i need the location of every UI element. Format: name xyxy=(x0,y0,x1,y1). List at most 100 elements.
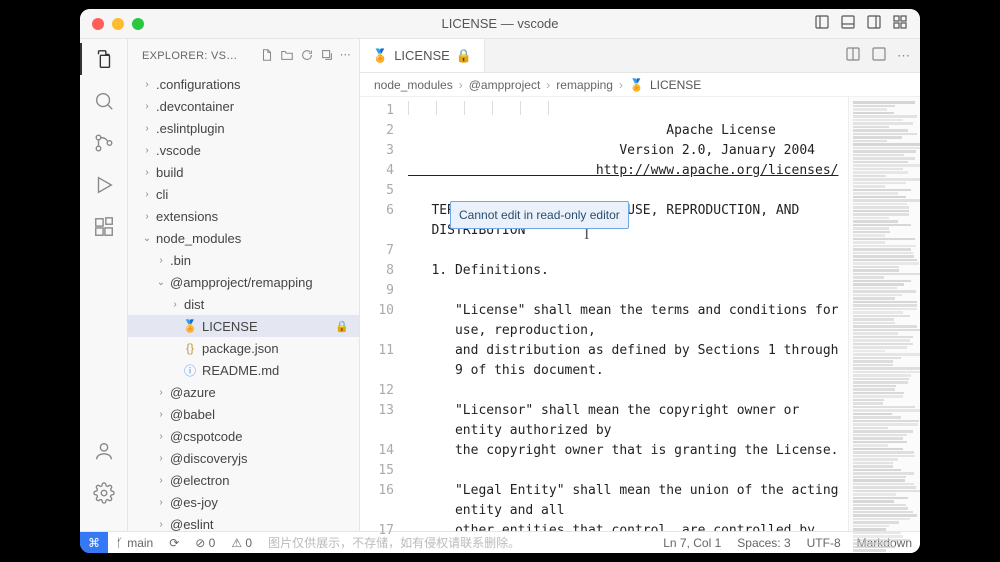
accounts-icon[interactable] xyxy=(92,439,116,463)
editor-group: 🏅 LICENSE 🔒 ⋯ node_modules› @ampproject›… xyxy=(360,39,920,531)
node-label: .configurations xyxy=(156,77,241,92)
folder-node[interactable]: ›@electron xyxy=(128,469,359,491)
toggle-panel-icon[interactable] xyxy=(840,14,856,33)
code-line: 1. Definitions. xyxy=(408,261,848,281)
traffic-lights xyxy=(92,18,144,30)
license-icon: 🏅 xyxy=(629,78,644,92)
minimize-icon[interactable] xyxy=(112,18,124,30)
file-node[interactable]: ⓘREADME.md xyxy=(128,359,359,381)
explorer-header-label: EXPLORER: VS… xyxy=(142,50,260,62)
node-label: .bin xyxy=(170,253,191,268)
folder-node[interactable]: ›.devcontainer xyxy=(128,95,359,117)
code-content[interactable]: Cannot edit in read-only editor I Apache… xyxy=(404,97,848,531)
zoom-icon[interactable] xyxy=(132,18,144,30)
folder-node[interactable]: ›build xyxy=(128,161,359,183)
folder-node[interactable]: ⌄node_modules xyxy=(128,227,359,249)
explorer-header: EXPLORER: VS… ⋯ xyxy=(128,39,359,73)
run-debug-icon[interactable] xyxy=(92,173,116,197)
titlebar-actions xyxy=(814,14,908,33)
folder-node[interactable]: ›extensions xyxy=(128,205,359,227)
chevron-right-icon: › xyxy=(154,255,168,266)
node-label: README.md xyxy=(202,363,279,378)
chevron-down-icon: ⌄ xyxy=(140,233,154,244)
activity-bar xyxy=(80,39,128,531)
folder-node[interactable]: ›.eslintplugin xyxy=(128,117,359,139)
folder-node[interactable]: ›@eslint xyxy=(128,513,359,531)
chevron-right-icon: › xyxy=(154,497,168,508)
folder-node[interactable]: ›@cspotcode xyxy=(128,425,359,447)
git-branch[interactable]: ᚶ main xyxy=(108,536,161,550)
close-icon[interactable] xyxy=(92,18,104,30)
code-line: "Licensor" shall mean the copyright owne… xyxy=(408,401,848,421)
status-bar: ⌘ ᚶ main ⟳ ⊘ 0 ⚠ 0 图片仅供展示，不存储，如有侵权请联系删除。… xyxy=(80,531,920,553)
crumb[interactable]: remapping xyxy=(556,78,613,92)
customize-layout-icon[interactable] xyxy=(892,14,908,33)
indent-guides xyxy=(408,101,576,121)
text-editor[interactable]: 12345678910111213141516171819 Cannot edi… xyxy=(360,97,920,531)
indentation[interactable]: Spaces: 3 xyxy=(729,536,798,550)
toggle-secondary-side-bar-icon[interactable] xyxy=(866,14,882,33)
remote-indicator-icon[interactable]: ⌘ xyxy=(80,532,108,553)
code-line: the copyright owner that is granting the… xyxy=(408,441,848,461)
vscode-window: LICENSE — vscode EXPLORER: VS… xyxy=(80,9,920,553)
file-node[interactable]: 🏅LICENSE🔒 xyxy=(128,315,359,337)
search-icon[interactable] xyxy=(92,89,116,113)
lock-icon: 🔒 xyxy=(456,48,472,64)
crumb[interactable]: LICENSE xyxy=(650,78,701,92)
explorer-icon[interactable] xyxy=(92,47,116,71)
new-file-icon[interactable] xyxy=(260,48,274,65)
problems-errors[interactable]: ⊘ 0 xyxy=(187,536,223,550)
crumb[interactable]: node_modules xyxy=(374,78,453,92)
extensions-icon[interactable] xyxy=(92,215,116,239)
node-label: cli xyxy=(156,187,168,202)
code-line: "Legal Entity" shall mean the union of t… xyxy=(408,481,848,501)
tab-license[interactable]: 🏅 LICENSE 🔒 xyxy=(360,39,485,72)
split-editor-icon[interactable] xyxy=(845,46,861,65)
code-line xyxy=(408,241,848,261)
node-label: build xyxy=(156,165,183,180)
folder-node[interactable]: ›dist xyxy=(128,293,359,315)
source-control-icon[interactable] xyxy=(92,131,116,155)
workbench-body: EXPLORER: VS… ⋯ ›.configurations›.devcon… xyxy=(80,39,920,531)
node-label: @electron xyxy=(170,473,229,488)
node-label: package.json xyxy=(202,341,279,356)
editor-tabs: 🏅 LICENSE 🔒 ⋯ xyxy=(360,39,920,73)
editor-layout-icon[interactable] xyxy=(871,46,887,65)
folder-node[interactable]: ›.vscode xyxy=(128,139,359,161)
breadcrumbs[interactable]: node_modules› @ampproject› remapping› 🏅 … xyxy=(360,73,920,97)
cursor-position[interactable]: Ln 7, Col 1 xyxy=(655,536,729,550)
folder-node[interactable]: ›@es-joy xyxy=(128,491,359,513)
new-folder-icon[interactable] xyxy=(280,48,294,65)
folder-node[interactable]: ›@azure xyxy=(128,381,359,403)
file-tree[interactable]: ›.configurations›.devcontainer›.eslintpl… xyxy=(128,73,359,531)
chevron-right-icon: › xyxy=(154,409,168,420)
git-sync[interactable]: ⟳ xyxy=(161,536,187,550)
toggle-primary-side-bar-icon[interactable] xyxy=(814,14,830,33)
chevron-right-icon: › xyxy=(140,189,154,200)
more-actions-icon[interactable]: ⋯ xyxy=(897,48,910,64)
folder-node[interactable]: ⌄@ampproject/remapping xyxy=(128,271,359,293)
folder-node[interactable]: ›@babel xyxy=(128,403,359,425)
chevron-right-icon: › xyxy=(154,431,168,442)
folder-node[interactable]: ›cli xyxy=(128,183,359,205)
code-line xyxy=(408,461,848,481)
folder-node[interactable]: ›.bin xyxy=(128,249,359,271)
folder-node[interactable]: ›@discoveryjs xyxy=(128,447,359,469)
encoding[interactable]: UTF-8 xyxy=(799,536,849,550)
more-icon[interactable]: ⋯ xyxy=(340,48,351,65)
chevron-right-icon: › xyxy=(154,387,168,398)
chevron-right-icon: › xyxy=(140,101,154,112)
settings-gear-icon[interactable] xyxy=(92,481,116,505)
code-line xyxy=(408,181,848,201)
chevron-right-icon: › xyxy=(154,519,168,530)
lic-icon: 🏅 xyxy=(182,319,198,333)
minimap[interactable] xyxy=(848,97,920,531)
folder-node[interactable]: ›.configurations xyxy=(128,73,359,95)
problems-warnings[interactable]: ⚠ 0 xyxy=(223,536,260,550)
code-line: http://www.apache.org/licenses/ xyxy=(408,161,848,181)
crumb[interactable]: @ampproject xyxy=(469,78,541,92)
file-node[interactable]: {}package.json xyxy=(128,337,359,359)
chevron-right-icon: › xyxy=(140,123,154,134)
refresh-icon[interactable] xyxy=(300,48,314,65)
collapse-all-icon[interactable] xyxy=(320,48,334,65)
